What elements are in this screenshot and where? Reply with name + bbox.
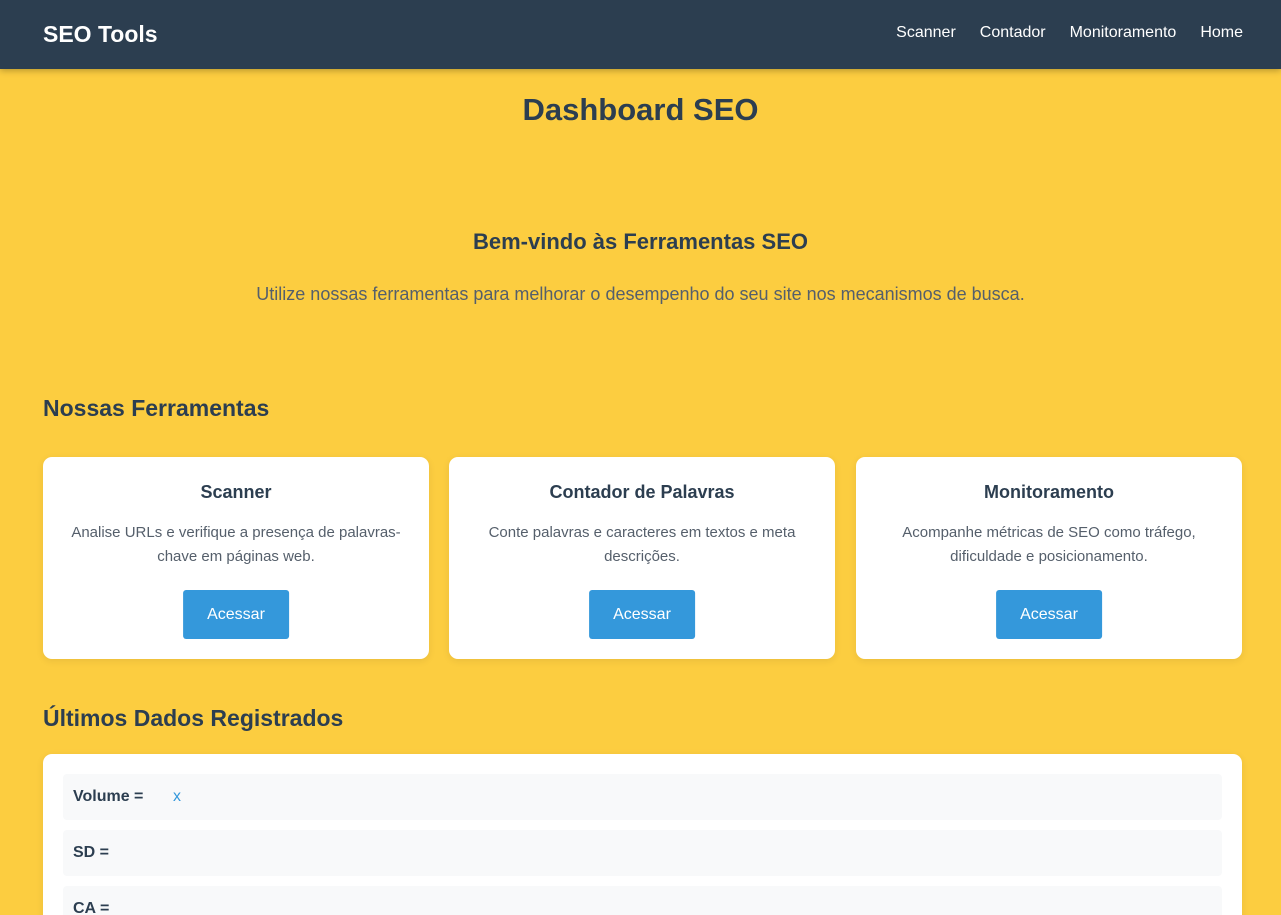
card-description: Acompanhe métricas de SEO como tráfego, … [902,524,1196,565]
latest-data-panel: Volume = x SD = CA = [43,754,1242,915]
data-value: x [173,788,181,805]
card-description: Conte palavras e caracteres em textos e … [488,524,796,565]
welcome-title: Bem-vindo às Ferramentas SEO [472,229,808,254]
tool-card-monitoring: Monitoramento Acompanhe métricas de SEO … [856,457,1242,659]
word-counter-access-button[interactable]: Acessar [589,590,695,639]
data-label: Volume = [73,788,144,805]
brand-logo[interactable]: SEO Tools [43,20,158,48]
monitoring-access-button[interactable]: Acessar [996,590,1102,639]
nav-links: Scanner Contador Monitoramento Home [896,23,1243,43]
card-description: Analise URLs e verifique a presença de p… [71,524,401,565]
latest-data-section-title: Últimos Dados Registrados [43,705,344,731]
card-title: Contador de Palavras [549,482,735,502]
data-row-volume: Volume = x [63,774,1222,820]
scanner-access-button[interactable]: Acessar [183,590,289,639]
nav-link-contador[interactable]: Contador [980,23,1046,43]
data-label: SD = [73,844,110,861]
card-title: Monitoramento [984,482,1114,502]
page-title: Dashboard SEO [522,92,759,127]
nav-link-home[interactable]: Home [1200,23,1243,43]
tool-card-scanner: Scanner Analise URLs e verifique a prese… [43,457,429,659]
data-row-ca: CA = [63,886,1222,915]
nav-link-monitoramento[interactable]: Monitoramento [1070,23,1177,43]
welcome-text: Utilize nossas ferramentas para melhorar… [256,284,1025,304]
data-row-sd: SD = [63,830,1222,876]
data-label: CA = [73,900,110,915]
tools-section-title: Nossas Ferramentas [43,395,270,421]
nav-link-scanner[interactable]: Scanner [896,23,956,43]
navbar: SEO Tools Scanner Contador Monitoramento… [0,0,1281,69]
tool-card-word-counter: Contador de Palavras Conte palavras e ca… [449,457,835,659]
card-title: Scanner [200,482,272,502]
